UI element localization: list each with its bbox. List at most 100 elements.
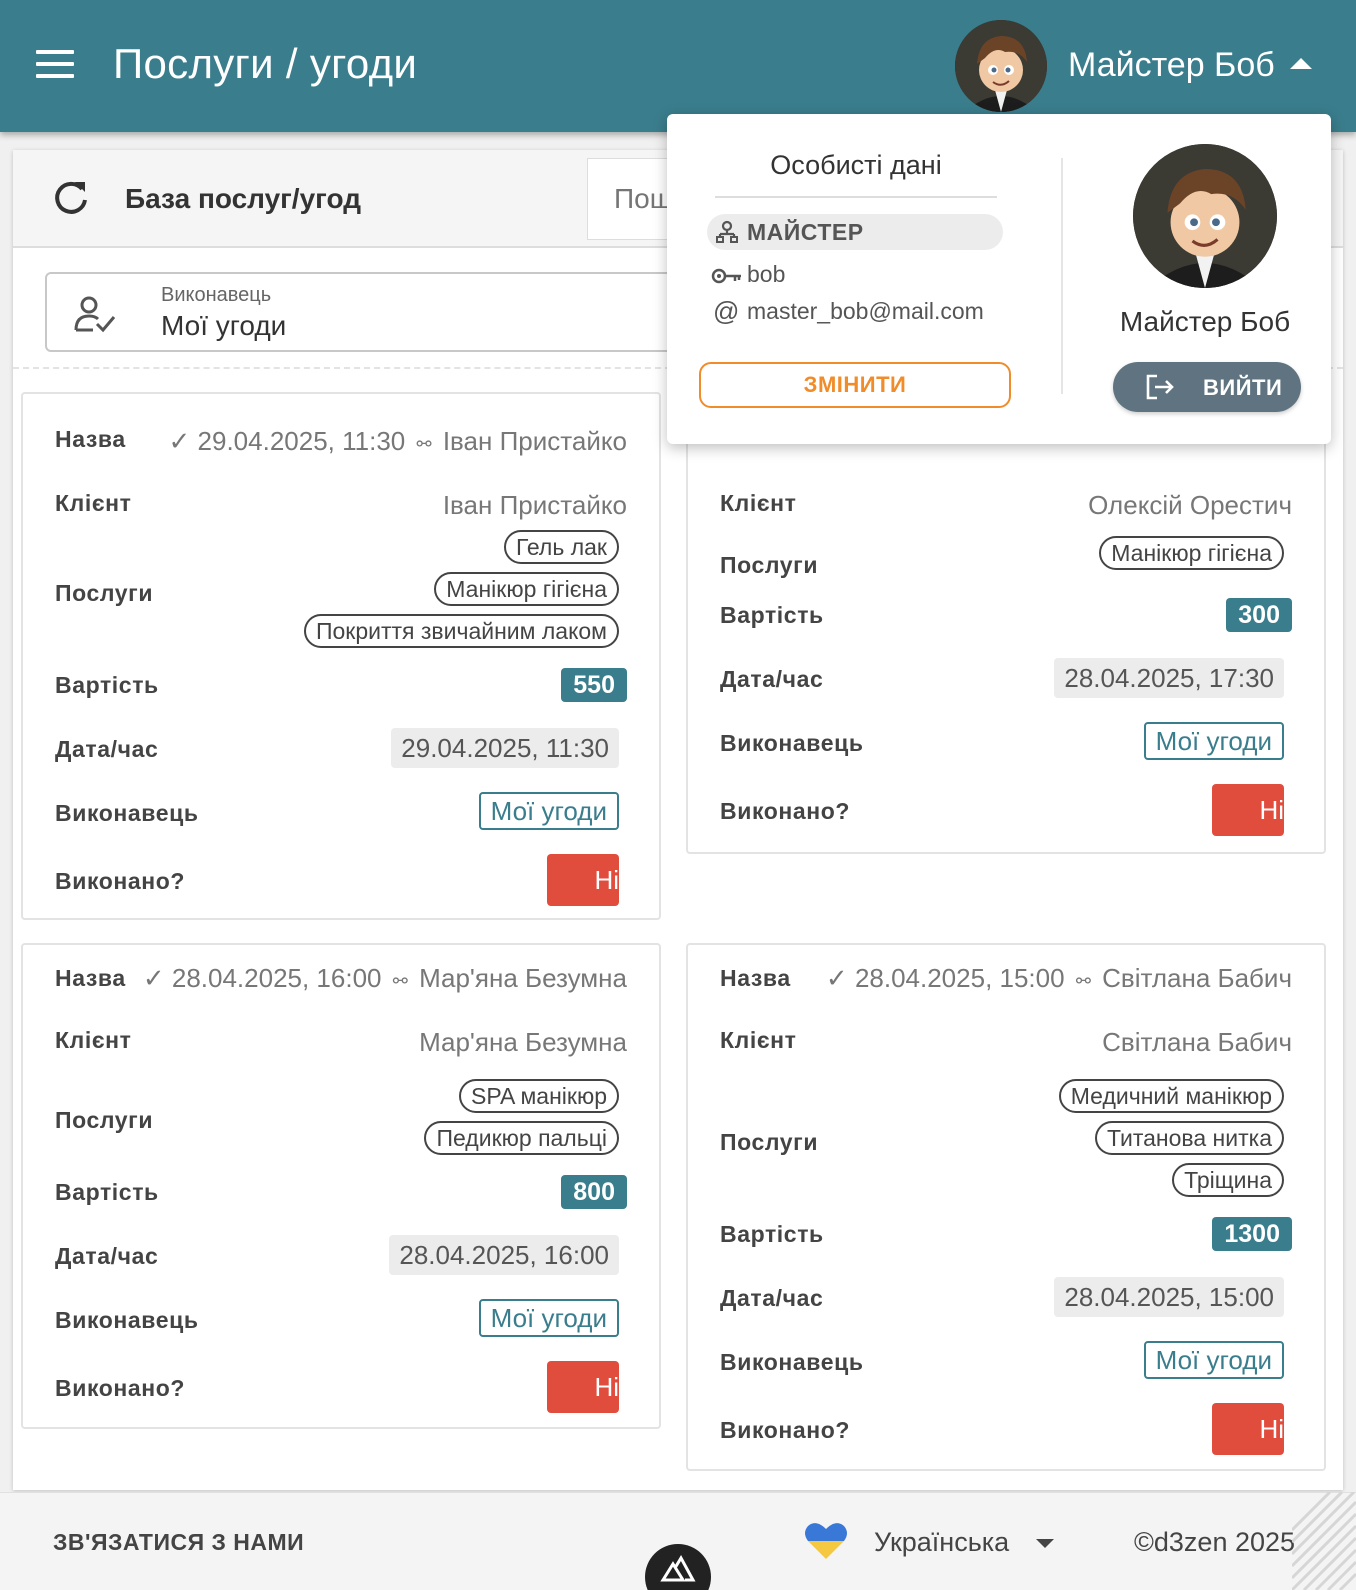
price-label: Вартість <box>55 672 159 698</box>
toolbar-title: База послуг/угод <box>125 183 361 214</box>
profile-dropdown: Особисті дані МАЙСТЕР bob @ master_bob@m… <box>667 114 1331 444</box>
executor-tag[interactable]: Мої угоди <box>478 792 619 830</box>
title-label: Назва <box>55 426 126 452</box>
hierarchy-icon <box>715 220 739 244</box>
service-chip: Педикюр пальці <box>424 1121 619 1155</box>
caret-up-icon[interactable] <box>1290 58 1312 69</box>
deal-title: ✓ 28.04.2025, 15:00 ⚯ Світлана Бабич <box>825 963 1292 993</box>
check-icon: ✓ <box>142 963 165 993</box>
executor-tag[interactable]: Мої угоди <box>1143 1341 1284 1379</box>
services-label: Послуги <box>720 552 819 578</box>
datetime-value: 28.04.2025, 15:00 <box>1054 1277 1284 1317</box>
email-value: master_bob@mail.com <box>747 298 984 324</box>
hamburger-menu-icon[interactable] <box>36 50 74 78</box>
link-icon: ⚯ <box>416 434 432 454</box>
services-list: Манікюр гігієна <box>1099 536 1284 570</box>
vertical-divider <box>1061 158 1063 394</box>
client-label: Клієнт <box>55 1027 132 1053</box>
title-label: Назва <box>55 965 126 991</box>
services-label: Послуги <box>55 580 154 606</box>
link-icon: ⚯ <box>392 971 408 991</box>
user-avatar[interactable] <box>955 20 1047 112</box>
title-label: Назва <box>720 965 791 991</box>
client-value: Іван Пристайко <box>442 490 627 520</box>
service-chip: Титанова нитка <box>1094 1121 1284 1155</box>
services-list: Медичний манікюр Титанова нитка Тріщина <box>1058 1079 1284 1197</box>
client-value: Олексій Орестич <box>1088 490 1292 520</box>
logout-button[interactable]: ВИЙТИ <box>1113 362 1301 412</box>
datetime-label: Дата/час <box>720 666 824 692</box>
copyright: ©d3zen 2025 <box>1134 1527 1296 1557</box>
service-chip: SPA манікюр <box>459 1079 619 1113</box>
done-toggle-button[interactable]: Ні <box>547 1361 619 1413</box>
done-label: Виконано? <box>720 798 851 824</box>
key-icon <box>711 266 743 286</box>
deal-title: ✓ 29.04.2025, 11:30 ⚯ Іван Пристайко <box>168 426 628 456</box>
datetime-value: 28.04.2025, 17:30 <box>1054 658 1284 698</box>
contact-link[interactable]: ЗВ'ЯЗАТИСЯ З НАМИ <box>53 1529 304 1556</box>
service-chip: Гель лак <box>503 530 619 564</box>
price-badge: 1300 <box>1212 1217 1292 1251</box>
check-icon: ✓ <box>168 426 191 456</box>
services-list: SPA манікюр Педикюр пальці <box>424 1079 619 1155</box>
done-label: Виконано? <box>55 1375 186 1401</box>
client-label: Клієнт <box>720 490 797 516</box>
service-chip: Тріщина <box>1172 1163 1284 1197</box>
price-label: Вартість <box>720 1221 824 1247</box>
service-chip: Манікюр гігієна <box>1099 536 1284 570</box>
divider <box>715 196 997 198</box>
datetime-label: Дата/час <box>720 1285 824 1311</box>
logout-icon <box>1145 374 1175 400</box>
datetime-value: 29.04.2025, 11:30 <box>391 728 619 768</box>
nuxt-devtools-icon[interactable] <box>645 1544 711 1590</box>
client-value: Мар'яна Безумна <box>419 1027 627 1057</box>
datetime-label: Дата/час <box>55 1243 159 1269</box>
link-icon: ⚯ <box>1075 971 1091 991</box>
client-value: Світлана Бабич <box>1102 1027 1292 1057</box>
price-badge: 300 <box>1226 598 1292 632</box>
user-name[interactable]: Майстер Боб <box>1068 46 1275 85</box>
role-badge: МАЙСТЕР <box>707 214 1003 250</box>
executor-filter[interactable]: Виконавець Мої угоди <box>45 272 705 352</box>
executor-label: Виконавець <box>55 1307 199 1333</box>
executor-label: Виконавець <box>720 1349 864 1375</box>
done-toggle-button[interactable]: Ні <box>1212 1403 1284 1455</box>
price-label: Вартість <box>55 1179 159 1205</box>
logout-label: ВИЙТИ <box>1203 375 1283 400</box>
service-chip: Покриття звичайним лаком <box>303 614 619 648</box>
page-title: Послуги / угоди <box>113 40 418 87</box>
filter-label: Виконавець <box>161 284 272 306</box>
deal-title: ✓ 28.04.2025, 16:00 ⚯ Мар'яна Безумна <box>142 963 627 993</box>
services-label: Послуги <box>55 1107 154 1133</box>
services-list: Гель лак Манікюр гігієна Покриття звичай… <box>303 530 619 648</box>
role-text: МАЙСТЕР <box>747 219 864 245</box>
filter-value: Мої угоди <box>161 310 287 341</box>
deal-card: Клієнт Олексій Орестич Послуги Манікюр г… <box>686 392 1326 854</box>
login-value: bob <box>747 261 786 287</box>
client-label: Клієнт <box>55 490 132 516</box>
client-label: Клієнт <box>720 1027 797 1053</box>
chevron-down-icon[interactable] <box>1036 1539 1054 1548</box>
executor-tag[interactable]: Мої угоди <box>478 1299 619 1337</box>
executor-tag[interactable]: Мої угоди <box>1143 722 1284 760</box>
change-profile-button[interactable]: ЗМІНИТИ <box>699 362 1011 408</box>
profile-title: Особисті дані <box>770 150 942 180</box>
datetime-label: Дата/час <box>55 736 159 762</box>
check-icon: ✓ <box>825 963 848 993</box>
deal-card: Назва ✓ 28.04.2025, 15:00 ⚯ Світлана Баб… <box>686 943 1326 1471</box>
at-icon: @ <box>713 296 740 326</box>
language-selector[interactable]: Українська <box>874 1527 1009 1558</box>
top-app-bar: Послуги / угоди Майстер Боб <box>0 0 1356 132</box>
executor-label: Виконавець <box>720 730 864 756</box>
refresh-icon[interactable] <box>51 178 91 218</box>
user-check-icon <box>73 294 117 334</box>
profile-name: Майстер Боб <box>1119 306 1291 337</box>
done-label: Виконано? <box>720 1417 851 1443</box>
deal-card: Назва ✓ 28.04.2025, 16:00 ⚯ Мар'яна Безу… <box>21 943 661 1429</box>
datetime-value: 28.04.2025, 16:00 <box>389 1235 619 1275</box>
service-chip: Медичний манікюр <box>1058 1079 1284 1113</box>
corner-stripes <box>1292 1492 1356 1590</box>
services-label: Послуги <box>720 1129 819 1155</box>
done-toggle-button[interactable]: Ні <box>547 854 619 906</box>
done-toggle-button[interactable]: Ні <box>1212 784 1284 836</box>
